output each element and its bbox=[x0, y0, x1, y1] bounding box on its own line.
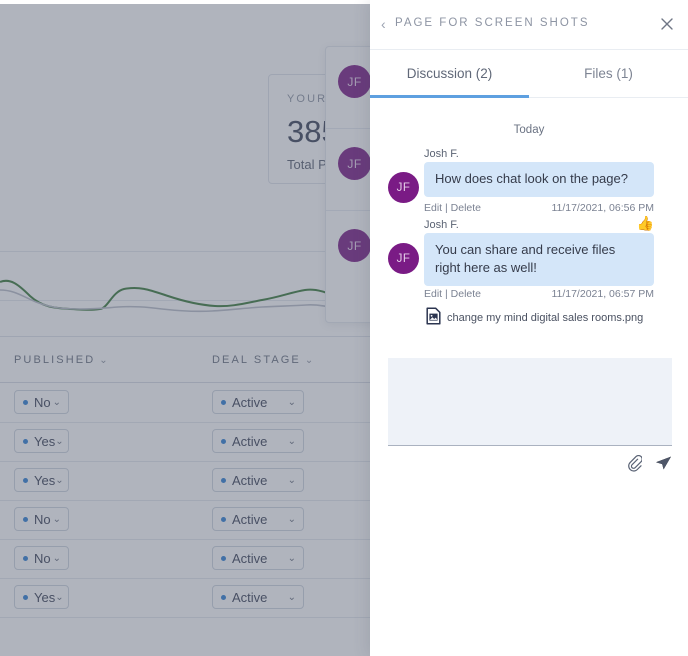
day-separator: Today bbox=[513, 124, 545, 136]
table-row: No ⌄ Active ⌄ bbox=[0, 383, 370, 423]
published-value: Yes bbox=[34, 472, 56, 488]
close-icon[interactable] bbox=[658, 15, 676, 33]
deal-stage-value: Active bbox=[232, 550, 268, 566]
tab-files[interactable]: Files (1) bbox=[529, 50, 688, 97]
table-row: No ⌄ Active ⌄ bbox=[0, 500, 370, 540]
deal-stage-select[interactable]: Active ⌄ bbox=[212, 585, 304, 609]
message-meta: Edit | Delete 11/17/2021, 06:56 PM bbox=[424, 202, 654, 214]
published-value: Yes bbox=[34, 589, 56, 605]
published-select[interactable]: No ⌄ bbox=[14, 390, 69, 414]
deal-stage-select[interactable]: Active ⌄ bbox=[212, 468, 304, 492]
chevron-down-icon: ⌄ bbox=[52, 396, 61, 408]
chevron-down-icon: ⌄ bbox=[55, 435, 64, 447]
table-row: No ⌄ Active ⌄ bbox=[0, 539, 370, 579]
deal-stage-select[interactable]: Active ⌄ bbox=[212, 429, 304, 453]
panel-tabs: Discussion (2) Files (1) bbox=[370, 50, 688, 99]
edit-delete-actions[interactable]: Edit | Delete bbox=[424, 288, 481, 300]
panel-header: ‹ PAGE FOR SCREEN SHOTS bbox=[370, 0, 688, 50]
chevron-down-icon: ⌄ bbox=[55, 474, 64, 486]
deal-stage-value: Active bbox=[232, 511, 268, 527]
edit-delete-actions[interactable]: Edit | Delete bbox=[424, 202, 481, 214]
message-attachment[interactable]: change my mind digital sales rooms.png bbox=[426, 307, 643, 328]
image-file-icon bbox=[426, 307, 441, 328]
table-row: Yes ⌄ Active ⌄ bbox=[0, 461, 370, 501]
published-value: No bbox=[34, 394, 51, 410]
column-header-published[interactable]: PUBLISHED ⌄ bbox=[14, 337, 108, 383]
deal-stage-select[interactable]: Active ⌄ bbox=[212, 546, 304, 570]
back-chevron-icon[interactable]: ‹ bbox=[381, 16, 393, 32]
deal-stage-value: Active bbox=[232, 472, 268, 488]
status-dot-icon bbox=[221, 516, 226, 522]
discussion-side-panel: ‹ PAGE FOR SCREEN SHOTS Discussion (2) F… bbox=[370, 0, 688, 656]
column-header-deal-stage-label: DEAL STAGE bbox=[212, 354, 301, 366]
send-icon[interactable] bbox=[655, 455, 672, 477]
column-header-deal-stage[interactable]: DEAL STAGE ⌄ bbox=[212, 337, 313, 383]
status-dot-icon bbox=[221, 438, 226, 444]
status-dot-icon bbox=[23, 399, 28, 405]
status-dot-icon bbox=[23, 555, 28, 561]
chevron-down-icon: ⌄ bbox=[287, 513, 296, 525]
published-value: No bbox=[34, 511, 51, 527]
chevron-down-icon: ⌄ bbox=[287, 474, 296, 486]
chevron-down-icon: ⌄ bbox=[52, 513, 61, 525]
status-dot-icon bbox=[23, 438, 28, 444]
avatar: JF bbox=[338, 65, 371, 98]
avatar: JF bbox=[338, 147, 371, 180]
message-meta: Edit | Delete 11/17/2021, 06:57 PM bbox=[424, 288, 654, 300]
published-select[interactable]: No ⌄ bbox=[14, 546, 69, 570]
status-dot-icon bbox=[221, 477, 226, 483]
status-dot-icon bbox=[221, 594, 226, 600]
published-select[interactable]: No ⌄ bbox=[14, 507, 69, 531]
status-dot-icon bbox=[221, 399, 226, 405]
column-header-published-label: PUBLISHED bbox=[14, 354, 96, 366]
status-dot-icon bbox=[23, 516, 28, 522]
dashboard-chart-card: YOUR P 3859 Total Pag bbox=[0, 4, 408, 337]
table-row: Yes ⌄ Active ⌄ bbox=[0, 422, 370, 462]
page-views-line-chart bbox=[0, 279, 370, 315]
message-bubble: You can share and receive files right he… bbox=[424, 233, 654, 286]
message-bubble: How does chat look on the page? bbox=[424, 162, 654, 197]
attachment-filename: change my mind digital sales rooms.png bbox=[447, 311, 644, 324]
deals-table: PUBLISHED ⌄ DEAL STAGE ⌄ No ⌄ Active ⌄ Yes ⌄ … bbox=[0, 337, 370, 656]
table-row: Yes ⌄ Active ⌄ bbox=[0, 578, 370, 618]
chevron-down-icon: ⌄ bbox=[287, 435, 296, 447]
avatar: JF bbox=[388, 172, 419, 203]
published-value: Yes bbox=[34, 433, 56, 449]
status-dot-icon bbox=[23, 594, 28, 600]
avatar: JF bbox=[338, 229, 371, 262]
status-dot-icon bbox=[221, 555, 226, 561]
deal-stage-value: Active bbox=[232, 589, 268, 605]
message-author: Josh F. bbox=[424, 148, 459, 160]
published-value: No bbox=[34, 550, 51, 566]
chevron-down-icon: ⌄ bbox=[287, 591, 296, 603]
chevron-down-icon: ⌄ bbox=[99, 355, 108, 366]
tab-discussion[interactable]: Discussion (2) bbox=[370, 50, 529, 97]
composer-actions bbox=[627, 454, 672, 477]
published-select[interactable]: Yes ⌄ bbox=[14, 468, 69, 492]
deal-stage-value: Active bbox=[232, 433, 268, 449]
paperclip-icon[interactable] bbox=[627, 454, 643, 477]
chevron-down-icon: ⌄ bbox=[304, 355, 314, 366]
message-timestamp: 11/17/2021, 06:57 PM bbox=[551, 288, 654, 300]
message-input[interactable] bbox=[388, 358, 672, 446]
page-title: PAGE FOR SCREEN SHOTS bbox=[395, 17, 590, 29]
deal-stage-value: Active bbox=[232, 394, 268, 410]
message-author: Josh F. bbox=[424, 219, 459, 231]
deal-stage-select[interactable]: Active ⌄ bbox=[212, 390, 304, 414]
published-select[interactable]: Yes ⌄ bbox=[14, 585, 69, 609]
discussion-thread: Today JF Josh F. How does chat look on t… bbox=[370, 99, 688, 357]
thumbs-up-reaction-icon[interactable]: 👍 bbox=[637, 216, 654, 230]
chevron-down-icon: ⌄ bbox=[52, 552, 61, 564]
chevron-down-icon: ⌄ bbox=[55, 591, 64, 603]
message-timestamp: 11/17/2021, 06:56 PM bbox=[551, 202, 654, 214]
chevron-down-icon: ⌄ bbox=[287, 552, 296, 564]
deal-stage-select[interactable]: Active ⌄ bbox=[212, 507, 304, 531]
published-select[interactable]: Yes ⌄ bbox=[14, 429, 69, 453]
status-dot-icon bbox=[23, 477, 28, 483]
chevron-down-icon: ⌄ bbox=[287, 396, 296, 408]
avatar: JF bbox=[388, 243, 419, 274]
active-tab-indicator bbox=[370, 95, 529, 98]
